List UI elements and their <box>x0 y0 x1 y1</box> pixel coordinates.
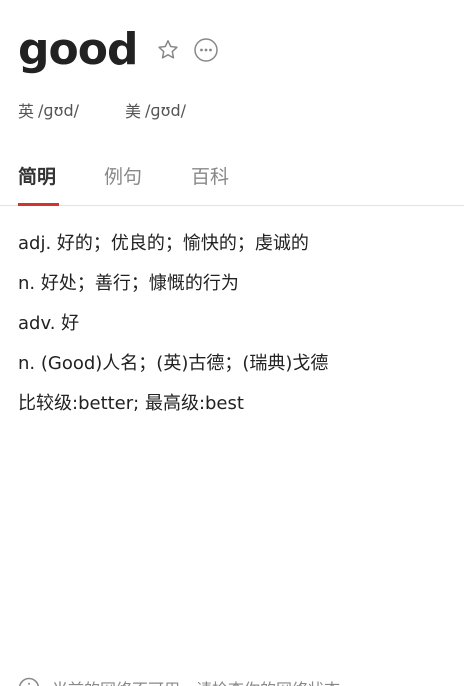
us-ipa: /ɡʊd/ <box>145 100 186 120</box>
tab-concise[interactable]: 简明 <box>18 162 56 189</box>
dictionary-page: good 英 /ɡʊd/ 美 /ɡʊd/ 简明 例句 百科 adj. 好的；优良… <box>0 0 464 686</box>
definition-item: 比较级:better; 最高级:best <box>18 393 244 414</box>
tab-divider <box>0 205 464 206</box>
definition-item: adj. 好的；优良的；愉快的；虔诚的 <box>18 233 309 254</box>
uk-ipa: /ɡʊd/ <box>38 100 79 120</box>
network-notice: 当前的网络不可用，请检查你的网络状态 <box>18 676 340 686</box>
headword: good <box>18 24 138 75</box>
more-options-icon[interactable] <box>193 37 219 63</box>
us-phonetic[interactable]: 美 /ɡʊd/ <box>125 98 186 122</box>
tab-encyclopedia[interactable]: 百科 <box>191 162 229 189</box>
definition-item: n. (Good)人名；(英)古德；(瑞典)戈德 <box>18 353 329 374</box>
uk-phonetic[interactable]: 英 /ɡʊd/ <box>18 98 79 122</box>
definitions-list: adj. 好的；优良的；愉快的；虔诚的 n. 好处；善行；慷慨的行为 adv. … <box>18 232 458 432</box>
active-tab-indicator <box>18 203 59 206</box>
info-icon <box>18 677 40 686</box>
definition-item: adv. 好 <box>18 313 80 334</box>
us-label: 美 <box>125 102 142 121</box>
network-notice-text: 当前的网络不可用，请检查你的网络状态 <box>52 676 340 686</box>
tab-examples[interactable]: 例句 <box>104 162 142 189</box>
definition-item: n. 好处；善行；慷慨的行为 <box>18 273 239 294</box>
phonetics-row: 英 /ɡʊd/ 美 /ɡʊd/ <box>18 98 186 122</box>
tab-bar: 简明 例句 百科 <box>0 158 464 206</box>
star-icon[interactable] <box>155 37 181 63</box>
word-header: good <box>18 22 219 78</box>
uk-label: 英 <box>18 102 35 121</box>
